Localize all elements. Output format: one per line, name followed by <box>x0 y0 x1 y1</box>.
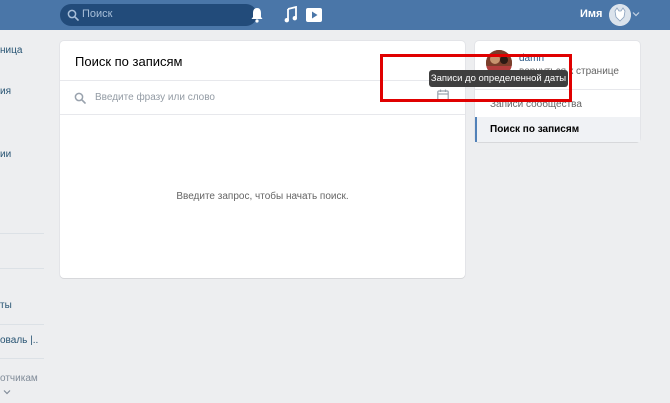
sidebar-divider <box>0 268 44 269</box>
sidebar-divider <box>0 358 44 359</box>
sidebar-item-community[interactable]: оваль |.. <box>0 335 38 346</box>
empty-state-message: Введите запрос, чтобы начать поиск. <box>176 191 349 202</box>
chevron-down-icon[interactable] <box>3 388 11 396</box>
player-button[interactable] <box>305 6 323 24</box>
search-icon <box>67 9 79 21</box>
chevron-down-icon[interactable] <box>632 10 640 18</box>
sidebar-divider <box>0 233 44 234</box>
page-title: Поиск по записям <box>75 54 183 69</box>
top-header: Поиск Имя <box>0 0 670 30</box>
highlight-annotation <box>380 54 572 102</box>
sidebar-item-messages[interactable]: ия <box>0 86 11 97</box>
sidebar-item-groups[interactable]: ии <box>0 149 11 160</box>
header-search[interactable]: Поиск <box>60 4 257 26</box>
music-icon <box>284 6 297 23</box>
music-button[interactable] <box>284 6 297 24</box>
avatar[interactable] <box>609 4 631 26</box>
sidebar-divider <box>0 324 44 325</box>
notifications-button[interactable] <box>250 6 264 24</box>
nav-item-wall-search[interactable]: Поиск по записям <box>475 117 640 142</box>
sidebar-item-page[interactable]: ница <box>0 45 22 56</box>
sidebar-item-docs[interactable]: ты <box>0 300 12 311</box>
search-icon <box>74 92 86 104</box>
sidebar-item-developers[interactable]: отчикам <box>0 373 38 384</box>
divider <box>60 114 465 115</box>
search-input[interactable]: Введите фразу или слово <box>95 92 215 103</box>
nav-item-label: Поиск по записям <box>490 124 580 135</box>
header-search-placeholder: Поиск <box>82 8 113 20</box>
user-name[interactable]: Имя <box>580 8 602 20</box>
play-icon <box>306 8 322 22</box>
bell-icon <box>251 8 263 23</box>
avatar-image-icon <box>609 4 631 26</box>
